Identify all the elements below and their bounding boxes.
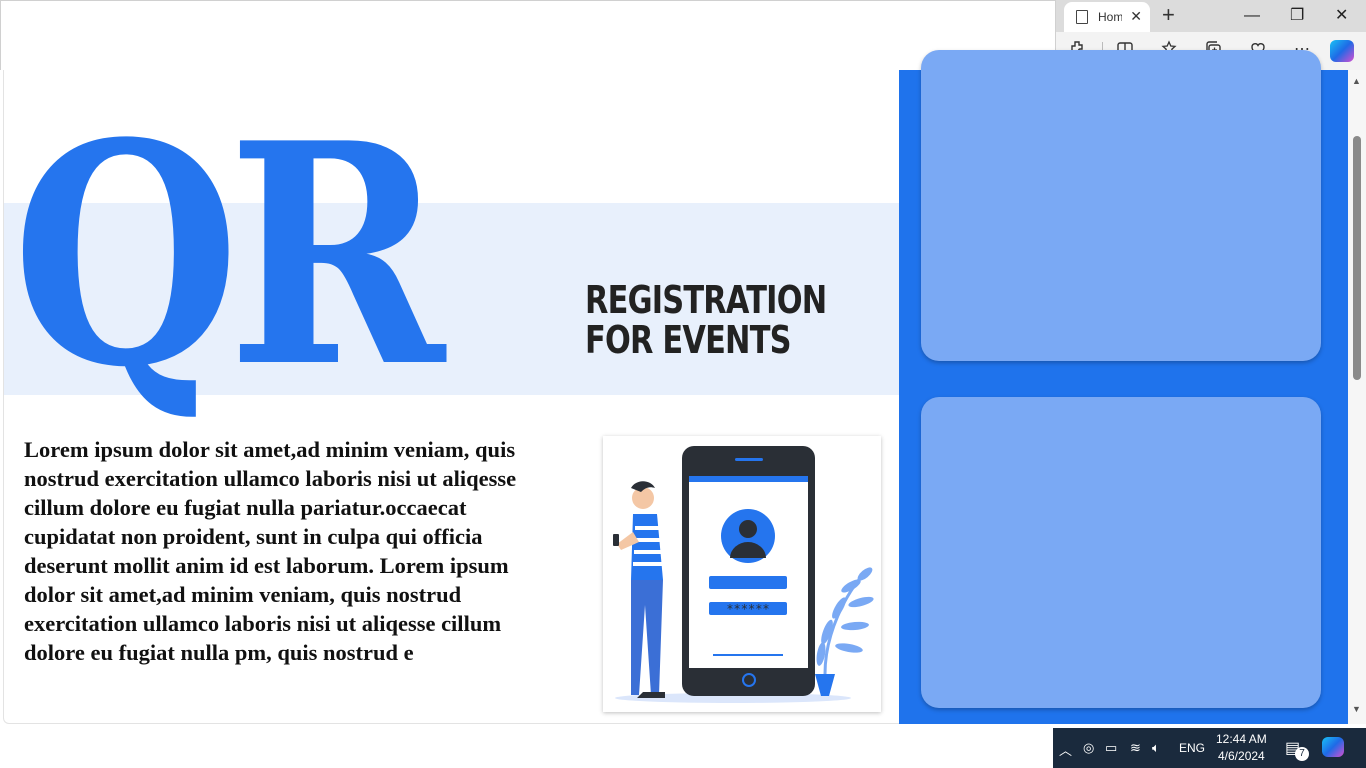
tab-title: Hom	[1098, 10, 1122, 24]
hero-subtitle: REGISTRATION FOR EVENTS	[585, 278, 827, 362]
clock-time[interactable]: 12:44 AM	[1216, 732, 1267, 746]
taskbar: ︿ ◎ ▭ ≋ 🔈︎ ENG 12:44 AM 4/6/2024 ▤	[0, 724, 1366, 768]
webcam-icon[interactable]: ◎	[1083, 740, 1094, 756]
phone-login-illustration: ******	[603, 436, 881, 712]
hero-qr-letters: QR	[12, 77, 445, 434]
copilot-taskbar-icon[interactable]	[1322, 737, 1344, 757]
document-icon	[1076, 10, 1088, 24]
notification-count-badge: 7	[1295, 747, 1309, 761]
vertical-scrollbar[interactable]: ▲ ▼	[1348, 70, 1366, 724]
page-top-blank	[0, 0, 1056, 70]
chevron-up-icon[interactable]: ︿	[1059, 740, 1072, 759]
tab-home[interactable]: Hom ✕	[1064, 2, 1150, 32]
hero-subtitle-line2: FOR EVENTS	[585, 318, 792, 362]
right-panel	[899, 50, 1348, 724]
new-tab-button[interactable]: +	[1162, 3, 1175, 27]
system-tray: ︿ ◎ ▭ ≋ 🔈︎ ENG 12:44 AM 4/6/2024 ▤	[1053, 728, 1366, 768]
panel-card-1	[921, 50, 1321, 361]
battery-icon[interactable]: ▭	[1105, 740, 1117, 756]
language-indicator[interactable]: ENG	[1179, 741, 1205, 755]
wifi-icon[interactable]: ≋	[1130, 740, 1141, 756]
clock-date[interactable]: 4/6/2024	[1218, 749, 1265, 763]
page-content: QR REGISTRATION FOR EVENTS Lorem ipsum d…	[3, 70, 899, 724]
restore-button[interactable]: ❐	[1290, 4, 1304, 28]
volume-icon[interactable]: 🔈︎	[1152, 740, 1160, 756]
tab-strip: Hom ✕ + — ❐ ✕	[1056, 0, 1366, 32]
minimize-button[interactable]: —	[1244, 4, 1260, 28]
body-paragraph: Lorem ipsum dolor sit amet,ad minim veni…	[24, 437, 517, 665]
scrollbar-thumb[interactable]	[1353, 136, 1361, 380]
close-tab-icon[interactable]: ✕	[1130, 8, 1142, 25]
panel-card-2	[921, 397, 1321, 708]
password-mask: ******	[726, 602, 769, 616]
close-window-button[interactable]: ✕	[1335, 4, 1348, 28]
scroll-down-arrow-icon[interactable]: ▼	[1352, 704, 1361, 714]
hero-subtitle-line1: REGISTRATION	[585, 278, 827, 322]
scroll-up-arrow-icon[interactable]: ▲	[1352, 76, 1361, 86]
copilot-icon[interactable]	[1330, 40, 1354, 62]
